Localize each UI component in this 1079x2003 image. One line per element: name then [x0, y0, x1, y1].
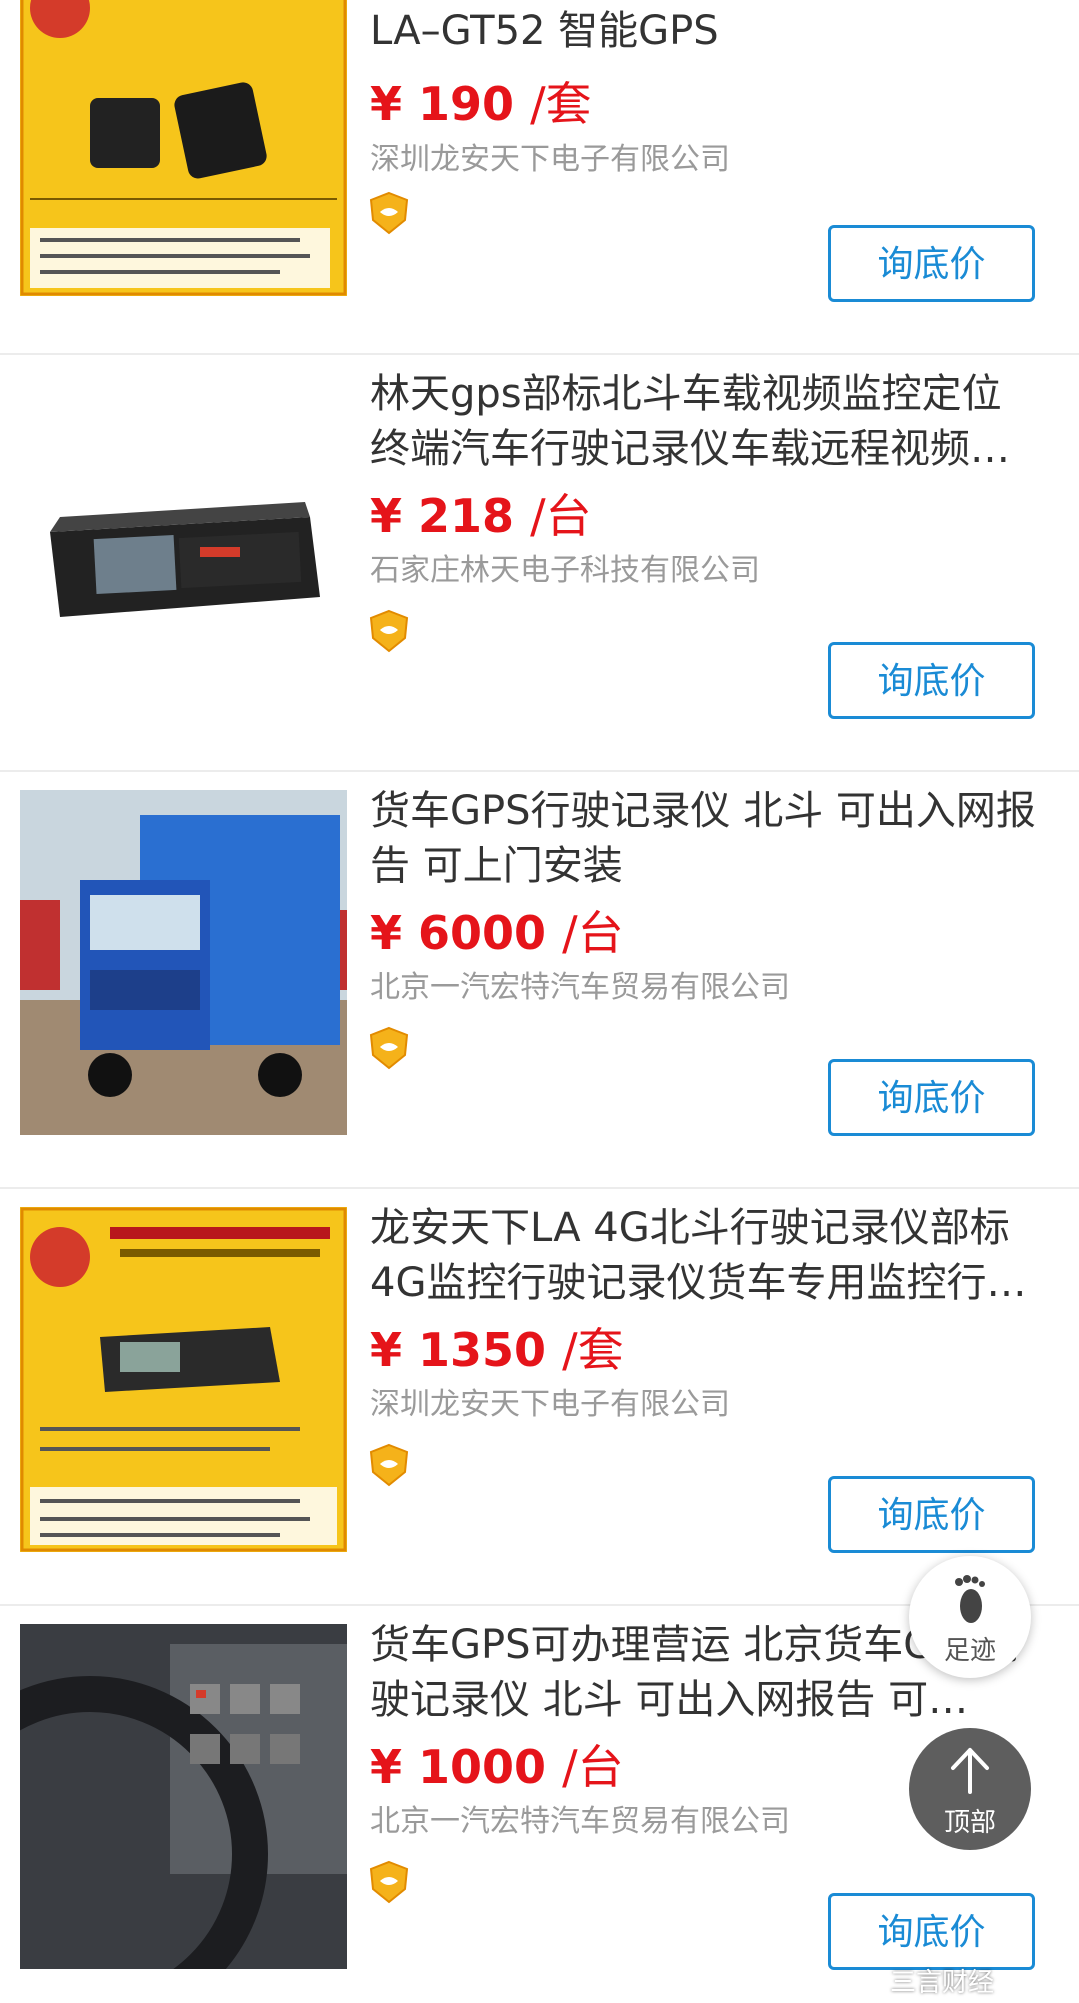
product-card[interactable]: 龙安天下LA 4G北斗行驶记录仪部标4G监控行驶记录仪货车专用监控行… ¥ 13… — [0, 1189, 1079, 1606]
product-card[interactable]: 林天gps部标北斗车载视频监控定位终端汽车行驶记录仪车载远程视频… ¥ 218 … — [0, 355, 1079, 772]
price-unit: /台 — [562, 1740, 624, 1794]
product-image[interactable] — [20, 1207, 347, 1552]
verified-shield-icon — [369, 191, 409, 235]
product-title[interactable]: 龙安天下LA 4G北斗行驶记录仪部标4G监控行驶记录仪货车专用监控行… — [370, 1201, 1040, 1311]
back-to-top-label: 顶部 — [943, 1808, 996, 1838]
company-name[interactable]: 北京一汽宏特汽车贸易有限公司 — [370, 962, 790, 1006]
company-name[interactable]: 深圳龙安天下电子有限公司 — [370, 1379, 730, 1423]
company-name[interactable]: 深圳龙安天下电子有限公司 — [370, 134, 730, 178]
price-unit: /台 — [562, 906, 624, 960]
price-unit: /套 — [562, 1323, 624, 1377]
product-price: ¥ 1000 /台 — [370, 1731, 624, 1797]
product-title[interactable]: 货车GPS行驶记录仪 北斗 可出入网报告 可上门安装 — [370, 784, 1040, 894]
company-name[interactable]: 石家庄林天电子科技有限公司 — [370, 545, 760, 589]
inquire-price-button[interactable]: 询底价 — [828, 642, 1035, 719]
product-card[interactable]: LA–GT52 智能GPS ¥ 190 /套 深圳龙安天下电子有限公司 询底价 — [0, 0, 1079, 355]
verified-shield-icon — [369, 1860, 409, 1904]
price-value: ¥ 218 — [370, 489, 515, 543]
product-price: ¥ 190 /套 — [370, 68, 592, 134]
product-title[interactable]: LA–GT52 智能GPS — [370, 4, 1040, 59]
footprint-icon — [955, 1575, 985, 1623]
product-image[interactable] — [20, 367, 347, 712]
product-price: ¥ 6000 /台 — [370, 897, 624, 963]
product-image[interactable] — [20, 1624, 347, 1969]
inquire-price-button[interactable]: 询底价 — [828, 1476, 1035, 1553]
verified-shield-icon — [369, 609, 409, 653]
price-unit: /台 — [530, 489, 592, 543]
verified-shield-icon — [369, 1443, 409, 1487]
verified-shield-icon — [369, 1026, 409, 1070]
inquire-price-button[interactable]: 询底价 — [828, 225, 1035, 302]
price-value: ¥ 190 — [370, 77, 515, 131]
product-price: ¥ 1350 /套 — [370, 1314, 624, 1380]
footprint-button[interactable]: 足迹 — [909, 1556, 1031, 1678]
company-name[interactable]: 北京一汽宏特汽车贸易有限公司 — [370, 1796, 790, 1840]
product-list: LA–GT52 智能GPS ¥ 190 /套 深圳龙安天下电子有限公司 询底价 … — [0, 0, 1079, 2003]
footprint-label: 足迹 — [943, 1636, 996, 1666]
product-image[interactable] — [20, 0, 347, 296]
price-value: ¥ 1000 — [370, 1740, 547, 1794]
product-card[interactable]: 货车GPS行驶记录仪 北斗 可出入网报告 可上门安装 ¥ 6000 /台 北京一… — [0, 772, 1079, 1189]
product-image[interactable] — [20, 790, 347, 1135]
price-unit: /套 — [530, 77, 592, 131]
arrow-up-icon — [951, 1748, 989, 1794]
back-to-top-button[interactable]: 顶部 — [909, 1728, 1031, 1850]
price-value: ¥ 1350 — [370, 1323, 547, 1377]
product-price: ¥ 218 /台 — [370, 480, 592, 546]
inquire-price-button[interactable]: 询底价 — [828, 1893, 1035, 1970]
price-value: ¥ 6000 — [370, 906, 547, 960]
product-title[interactable]: 林天gps部标北斗车载视频监控定位终端汽车行驶记录仪车载远程视频… — [370, 367, 1040, 477]
inquire-price-button[interactable]: 询底价 — [828, 1059, 1035, 1136]
watermark: 三言财经 — [890, 1968, 995, 1998]
